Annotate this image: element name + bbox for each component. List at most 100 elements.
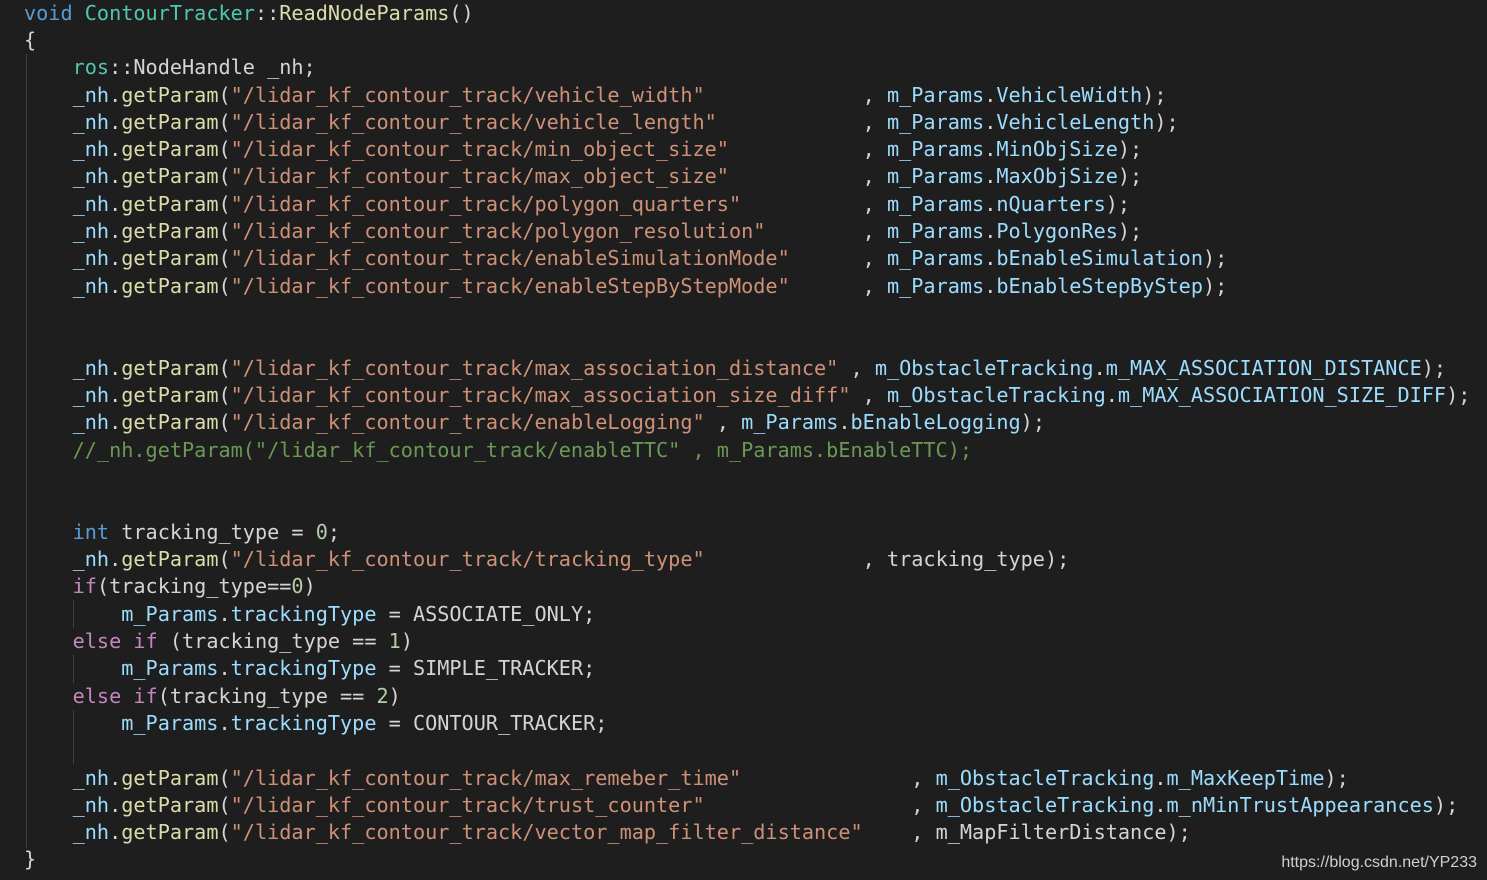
code-token: m_Params bbox=[886, 274, 985, 298]
code-line[interactable]: _nh.getParam("/lidar_kf_contour_track/en… bbox=[24, 409, 1045, 436]
code-token: getParam bbox=[121, 410, 219, 434]
code-token: . bbox=[109, 766, 122, 790]
code-token: m_ObstacleTracking bbox=[935, 766, 1155, 790]
code-line[interactable]: _nh.getParam("/lidar_kf_contour_track/tr… bbox=[24, 546, 1070, 573]
code-line[interactable]: if(tracking_type==0) bbox=[24, 573, 316, 600]
code-line[interactable]: _nh.getParam("/lidar_kf_contour_track/en… bbox=[24, 245, 1228, 272]
code-line[interactable]: _nh.getParam("/lidar_kf_contour_track/mi… bbox=[24, 136, 1143, 163]
code-line[interactable]: //_nh.getParam("/lidar_kf_contour_track/… bbox=[24, 437, 972, 464]
code-token: . bbox=[109, 410, 122, 434]
code-token: ( bbox=[218, 820, 231, 844]
code-token: m_ObstacleTracking bbox=[874, 356, 1094, 380]
code-token: m_ObstacleTracking bbox=[935, 793, 1155, 817]
code-token: () bbox=[449, 1, 474, 25]
code-token: if bbox=[133, 684, 158, 708]
code-token: VehicleWidth bbox=[996, 83, 1143, 107]
code-token: , bbox=[789, 246, 887, 270]
code-line[interactable]: else if(tracking_type == 2) bbox=[24, 683, 401, 710]
code-token: ros bbox=[72, 55, 110, 79]
code-token: , bbox=[789, 274, 887, 298]
code-token: m_nMinTrustAppearances bbox=[1166, 793, 1434, 817]
code-token: m_MAX_ASSOCIATION_SIZE_DIFF bbox=[1117, 383, 1447, 407]
code-token: _nh bbox=[72, 192, 110, 216]
code-token: ); bbox=[1202, 246, 1228, 270]
code-token: m_Params bbox=[121, 602, 219, 626]
code-token: m_Params bbox=[886, 219, 985, 243]
code-token: getParam bbox=[121, 192, 219, 216]
code-token: //_nh.getParam("/lidar_kf_contour_track/… bbox=[72, 438, 973, 462]
code-line[interactable]: ros::NodeHandle _nh; bbox=[24, 54, 316, 81]
code-token: . bbox=[218, 711, 231, 735]
code-token: "/lidar_kf_contour_track/max_association… bbox=[230, 356, 839, 380]
code-line[interactable]: _nh.getParam("/lidar_kf_contour_track/ma… bbox=[24, 355, 1446, 382]
code-token: "/lidar_kf_contour_track/vector_map_filt… bbox=[230, 820, 863, 844]
code-token: _nh bbox=[72, 137, 110, 161]
code-token: . bbox=[984, 219, 997, 243]
code-line[interactable]: _nh.getParam("/lidar_kf_contour_track/po… bbox=[24, 218, 1143, 245]
code-token: _nh bbox=[72, 547, 110, 571]
code-token: . bbox=[109, 820, 122, 844]
code-token: , bbox=[765, 219, 887, 243]
code-token: { bbox=[24, 28, 37, 52]
code-token: , bbox=[704, 410, 742, 434]
code-token: trackingType bbox=[230, 656, 377, 680]
code-line[interactable]: _nh.getParam("/lidar_kf_contour_track/ve… bbox=[24, 82, 1167, 109]
code-line[interactable]: { bbox=[24, 27, 36, 54]
code-token: = CONTOUR_TRACKER; bbox=[376, 711, 608, 735]
code-token: getParam bbox=[121, 246, 219, 270]
code-line[interactable]: _nh.getParam("/lidar_kf_contour_track/ma… bbox=[24, 382, 1471, 409]
code-line[interactable]: _nh.getParam("/lidar_kf_contour_track/ve… bbox=[24, 109, 1179, 136]
code-line[interactable]: _nh.getParam("/lidar_kf_contour_track/tr… bbox=[24, 792, 1459, 819]
code-token: . bbox=[109, 192, 122, 216]
code-token: (tracking_type == bbox=[157, 684, 377, 708]
code-token: , tracking_type); bbox=[704, 547, 1070, 571]
code-token: else bbox=[72, 629, 122, 653]
code-token: ( bbox=[218, 246, 231, 270]
code-line[interactable]: int tracking_type = 0; bbox=[24, 519, 340, 546]
code-line[interactable]: _nh.getParam("/lidar_kf_contour_track/en… bbox=[24, 273, 1228, 300]
code-token: . bbox=[1154, 766, 1167, 790]
code-token: m_MaxKeepTime bbox=[1166, 766, 1325, 790]
code-token: "/lidar_kf_contour_track/vehicle_length" bbox=[230, 110, 717, 134]
code-token: . bbox=[218, 602, 231, 626]
code-token: _nh bbox=[72, 219, 110, 243]
code-token: getParam bbox=[121, 356, 219, 380]
code-token: int bbox=[72, 520, 110, 544]
code-line[interactable]: _nh.getParam("/lidar_kf_contour_track/ma… bbox=[24, 163, 1143, 190]
code-token: . bbox=[109, 274, 122, 298]
code-token: if bbox=[72, 574, 97, 598]
code-editor[interactable]: void ContourTracker::ReadNodeParams(){ r… bbox=[0, 0, 1487, 880]
code-line[interactable]: _nh.getParam("/lidar_kf_contour_track/ma… bbox=[24, 765, 1349, 792]
code-token: nQuarters bbox=[996, 192, 1106, 216]
code-line[interactable]: m_Params.trackingType = ASSOCIATE_ONLY; bbox=[24, 601, 595, 628]
code-line[interactable]: void ContourTracker::ReadNodeParams() bbox=[24, 0, 474, 27]
code-token: ; bbox=[327, 520, 341, 544]
code-token: PolygonRes bbox=[996, 219, 1118, 243]
code-token: bEnableLogging bbox=[850, 410, 1021, 434]
code-line[interactable]: m_Params.trackingType = SIMPLE_TRACKER; bbox=[24, 655, 595, 682]
code-token: ) bbox=[388, 684, 401, 708]
code-token: . bbox=[109, 164, 122, 188]
code-line[interactable]: m_Params.trackingType = CONTOUR_TRACKER; bbox=[24, 710, 607, 737]
code-token: . bbox=[109, 137, 122, 161]
code-token: m_Params bbox=[886, 246, 985, 270]
code-token: , bbox=[704, 83, 887, 107]
code-line[interactable]: _nh.getParam("/lidar_kf_contour_track/ve… bbox=[24, 819, 1191, 846]
code-token: _nh bbox=[72, 246, 110, 270]
code-token: m_ObstacleTracking bbox=[886, 383, 1106, 407]
code-token: _nh bbox=[72, 820, 110, 844]
code-token: 0 bbox=[291, 574, 304, 598]
code-token: , bbox=[728, 164, 887, 188]
code-line[interactable]: } bbox=[24, 846, 36, 873]
code-line[interactable]: else if (tracking_type == 1) bbox=[24, 628, 413, 655]
code-token: "/lidar_kf_contour_track/min_object_size… bbox=[230, 137, 729, 161]
code-token: else bbox=[72, 684, 122, 708]
code-token: trackingType bbox=[230, 602, 377, 626]
code-line[interactable]: _nh.getParam("/lidar_kf_contour_track/po… bbox=[24, 191, 1130, 218]
code-token: "/lidar_kf_contour_track/max_object_size… bbox=[230, 164, 729, 188]
watermark: https://blog.csdn.net/YP233 bbox=[1281, 854, 1477, 871]
code-token: . bbox=[1093, 356, 1106, 380]
